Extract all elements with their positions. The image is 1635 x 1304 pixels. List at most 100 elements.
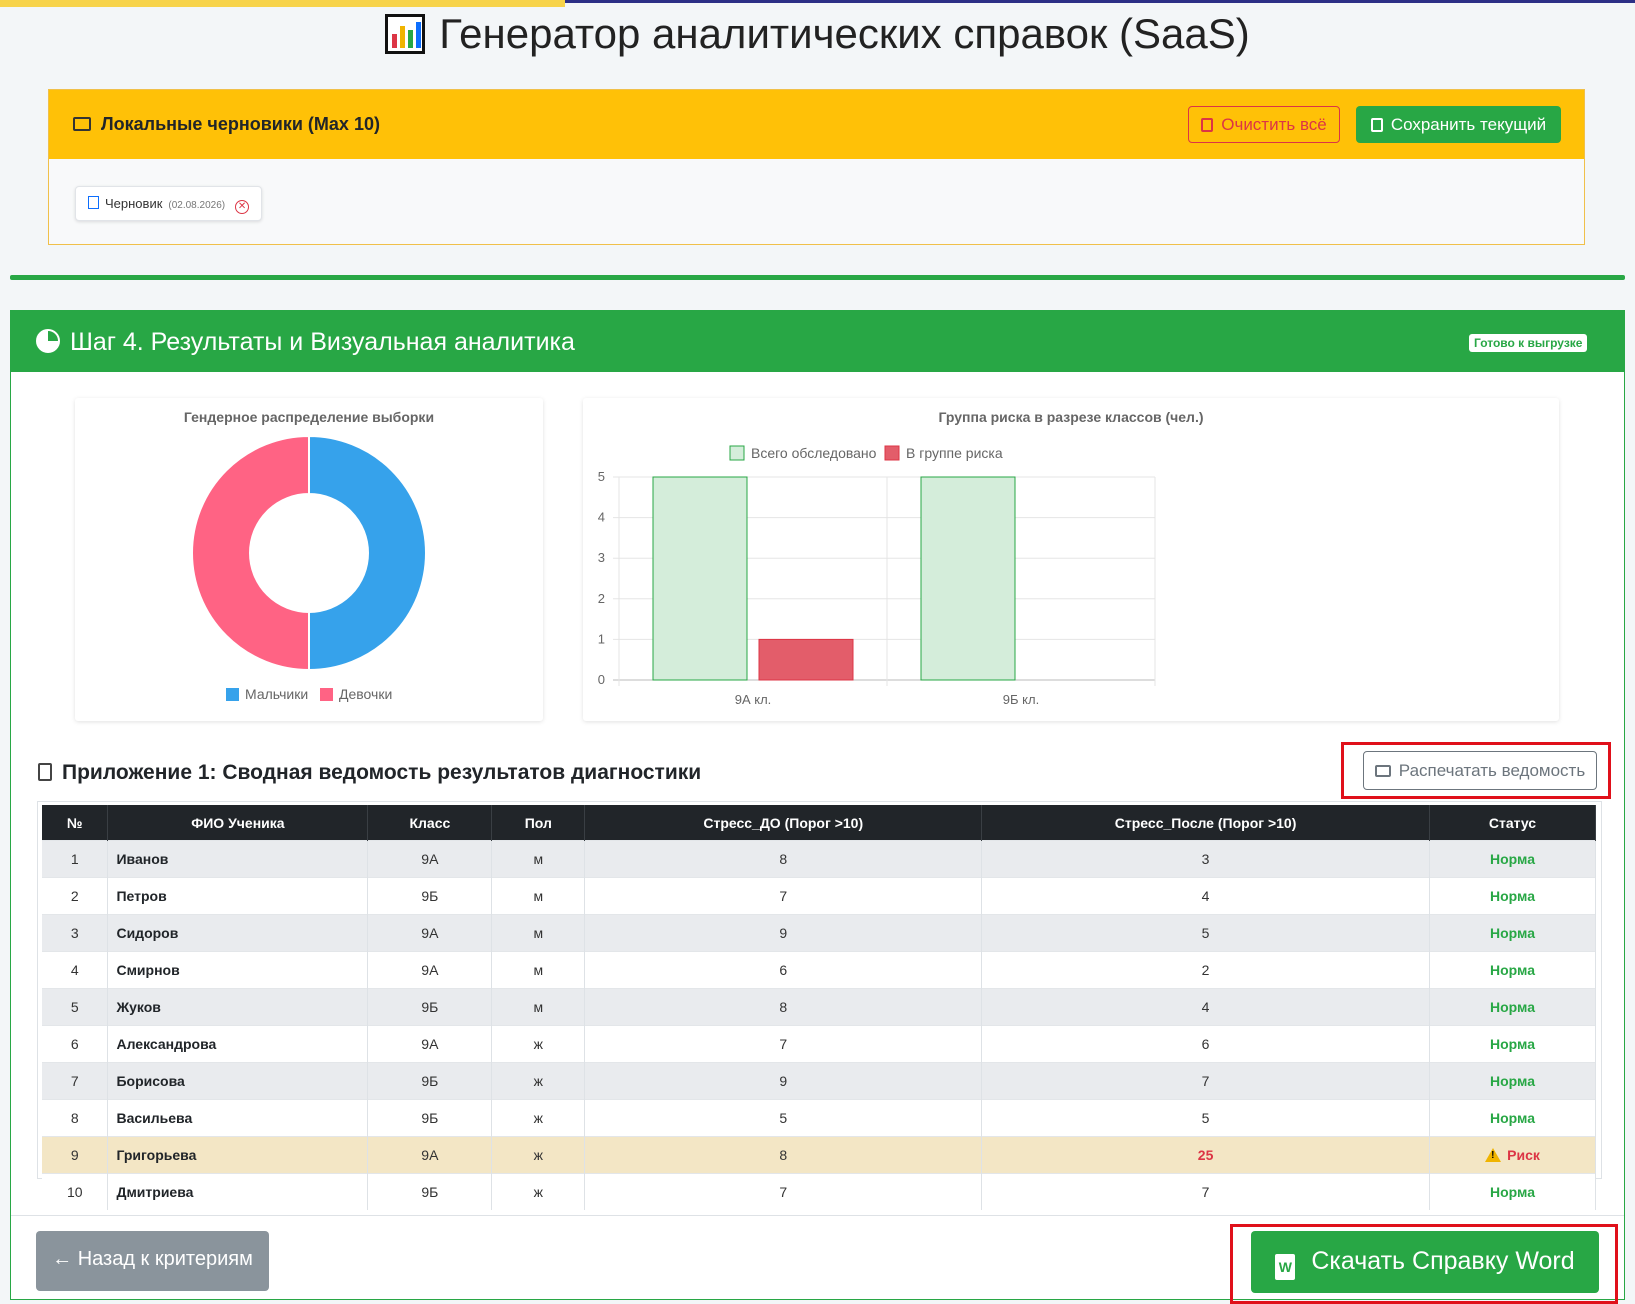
status-label: Норма bbox=[1490, 962, 1535, 978]
table-cell: 7 bbox=[584, 1025, 983, 1063]
printer-icon bbox=[1374, 765, 1391, 777]
table-cell: 9Б bbox=[367, 1062, 493, 1100]
table-row: 2 Петров 9Б м 7 4 Норма bbox=[42, 877, 1596, 915]
table-cell: 5 bbox=[42, 988, 109, 1026]
save-current-label: Сохранить текущий bbox=[1390, 115, 1547, 134]
status-badge: Готово к выгрузке bbox=[1469, 334, 1588, 352]
table-cell: 8 bbox=[42, 1099, 109, 1137]
table-cell: 2 bbox=[981, 951, 1430, 989]
table-cell: 9А bbox=[367, 1136, 493, 1174]
results-table-wrap: № ФИО Ученика Класс Пол Стресс_ДО (Порог >10… bbox=[37, 801, 1602, 1210]
drafts-header: Локальные черновики (Max 10) Очистить вс… bbox=[49, 90, 1584, 159]
table-cell: 2 bbox=[42, 877, 109, 915]
download-word-label: Скачать Справку Word bbox=[1311, 1247, 1575, 1275]
table-cell: 8 bbox=[584, 840, 983, 878]
results-header: Шаг 4. Результаты и Визуальная аналитика… bbox=[11, 311, 1624, 372]
status-label: Риск bbox=[1507, 1147, 1540, 1163]
table-cell: 9 bbox=[584, 914, 983, 952]
table-row: 5 Жуков 9Б м 8 4 Норма bbox=[42, 988, 1596, 1026]
doughnut-slice-1 bbox=[191, 434, 310, 672]
y-tick-label: 3 bbox=[598, 550, 605, 565]
table-cell: 6 bbox=[981, 1025, 1430, 1063]
results-title: Шаг 4. Результаты и Визуальная аналитика bbox=[70, 328, 575, 356]
table-cell: Дмитриева bbox=[107, 1173, 369, 1210]
status-label: Норма bbox=[1490, 851, 1535, 867]
legend-label-1: Девочки bbox=[339, 686, 392, 702]
table-cell: м bbox=[491, 988, 586, 1026]
table-cell: Борисова bbox=[107, 1062, 369, 1100]
draft-date: (02.08.2026) bbox=[168, 200, 226, 211]
table-cell: 3 bbox=[42, 914, 109, 952]
table-cell: 7 bbox=[981, 1062, 1430, 1100]
draft-chip[interactable]: Черновик (02.08.2026) ✕ bbox=[75, 186, 263, 221]
status-cell: Норма bbox=[1429, 1173, 1596, 1210]
trash-icon bbox=[1201, 118, 1214, 132]
close-icon[interactable]: ✕ bbox=[235, 200, 250, 214]
table-cell: 5 bbox=[981, 914, 1430, 952]
top-bar bbox=[0, 0, 1635, 7]
table-row: 7 Борисова 9Б ж 9 7 Норма bbox=[42, 1062, 1596, 1100]
print-sheet-label: Распечатать ведомость bbox=[1398, 761, 1586, 780]
table-cell: м bbox=[491, 840, 586, 878]
results-table: № ФИО Ученика Класс Пол Стресс_ДО (Порог >10… bbox=[42, 805, 1596, 1210]
status-cell: Норма bbox=[1429, 951, 1596, 989]
table-cell: Григорьева bbox=[107, 1136, 369, 1174]
table-cell: 1 bbox=[42, 840, 109, 878]
status-cell: Норма bbox=[1429, 840, 1596, 878]
table-cell: ж bbox=[491, 1099, 586, 1137]
x-tick-label: 9Б кл. bbox=[1003, 692, 1039, 707]
y-tick-label: 2 bbox=[598, 591, 605, 606]
clear-all-button[interactable]: Очистить всё bbox=[1188, 106, 1340, 143]
legend-label-0: Всего обследовано bbox=[751, 445, 877, 461]
table-cell: 4 bbox=[42, 951, 109, 989]
table-cell: 9Б bbox=[367, 988, 493, 1026]
table-row: 10 Дмитриева 9Б ж 7 7 Норма bbox=[42, 1173, 1596, 1210]
status-label: Норма bbox=[1490, 888, 1535, 904]
table-cell: 9 bbox=[42, 1136, 109, 1174]
table-header-cell: № bbox=[42, 805, 109, 841]
table-cell: Сидоров bbox=[107, 914, 369, 952]
table-cell: 7 bbox=[584, 1173, 983, 1210]
status-cell: Норма bbox=[1429, 988, 1596, 1026]
status-cell: Норма bbox=[1429, 1099, 1596, 1137]
table-cell: ж bbox=[491, 1136, 586, 1174]
table-cell: Петров bbox=[107, 877, 369, 915]
table-cell: 9Б bbox=[367, 1173, 493, 1210]
table-cell: Иванов bbox=[107, 840, 369, 878]
legend-swatch-1 bbox=[320, 688, 333, 701]
app-header: Генератор аналитических справок (SaaS) bbox=[0, 10, 1635, 58]
table-row: 9 Григорьева 9А ж 8 25! Риск bbox=[42, 1136, 1596, 1174]
table-header-row: № ФИО Ученика Класс Пол Стресс_ДО (Порог >10… bbox=[42, 805, 1596, 841]
status-cell: Норма bbox=[1429, 1025, 1596, 1063]
spreadsheet-icon bbox=[38, 763, 52, 781]
status-cell: Норма bbox=[1429, 1062, 1596, 1100]
print-sheet-button[interactable]: Распечатать ведомость bbox=[1363, 751, 1597, 790]
table-cell: Смирнов bbox=[107, 951, 369, 989]
status-label: Норма bbox=[1490, 1184, 1535, 1200]
table-title: Приложение 1: Сводная ведомость результа… bbox=[62, 761, 702, 784]
download-word-button[interactable]: W Скачать Справку Word bbox=[1251, 1231, 1599, 1293]
table-header-cell: Класс bbox=[367, 805, 493, 841]
drafts-title-wrap: Локальные черновики (Max 10) bbox=[73, 114, 380, 135]
save-current-button[interactable]: Сохранить текущий bbox=[1356, 106, 1561, 143]
legend-swatch-0 bbox=[729, 445, 745, 461]
drafts-title: Локальные черновики (Max 10) bbox=[101, 114, 380, 134]
table-row: 1 Иванов 9А м 8 3 Норма bbox=[42, 840, 1596, 878]
back-to-criteria-button[interactable]: ← Назад к критериям bbox=[36, 1231, 269, 1291]
results-card: Шаг 4. Результаты и Визуальная аналитика… bbox=[10, 310, 1625, 1304]
table-cell: 5 bbox=[584, 1099, 983, 1137]
warning-icon: ! bbox=[1485, 1148, 1502, 1162]
status-label: Норма bbox=[1490, 1073, 1535, 1089]
pie-chart-icon bbox=[36, 329, 60, 353]
table-title-wrap: Приложение 1: Сводная ведомость результа… bbox=[38, 761, 701, 785]
table-header-cell: Статус bbox=[1429, 805, 1596, 841]
legend-swatch-0 bbox=[226, 688, 239, 701]
download-icon bbox=[1370, 118, 1383, 132]
table-cell: Жуков bbox=[107, 988, 369, 1026]
footer-divider bbox=[11, 1215, 1624, 1216]
table-cell: м bbox=[491, 877, 586, 915]
drafts-panel: Локальные черновики (Max 10) Очистить вс… bbox=[48, 89, 1585, 245]
bar-0-1 bbox=[758, 638, 854, 681]
table-cell: 4 bbox=[981, 988, 1430, 1026]
table-cell: м bbox=[491, 951, 586, 989]
